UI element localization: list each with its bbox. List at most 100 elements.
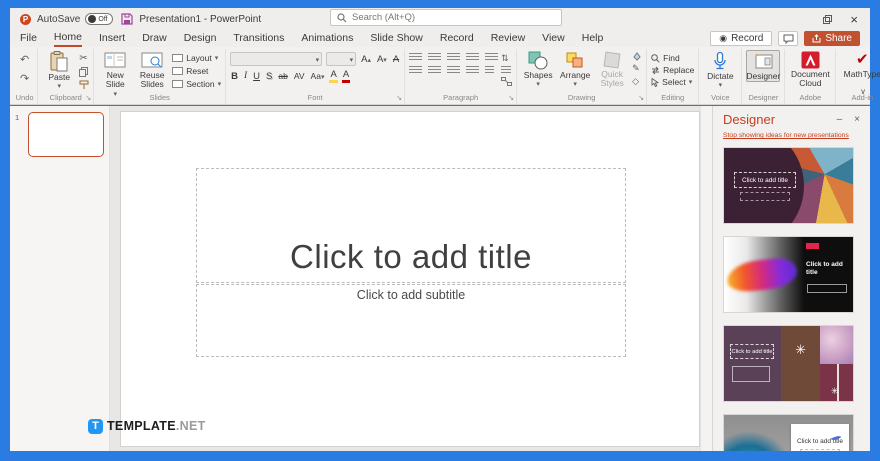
text-direction-icon[interactable]: ⇅	[501, 53, 512, 64]
watermark-brand: TEMPLATE	[107, 419, 176, 433]
tab-home[interactable]: Home	[54, 31, 82, 47]
record-dot-icon: ◉	[719, 33, 727, 44]
share-button[interactable]: Share	[804, 31, 860, 46]
format-painter-button[interactable]	[79, 80, 89, 90]
save-icon[interactable]	[121, 13, 133, 25]
ribbon-group-font: ▾ ▾ A▴ A▾ A B I U S ab AV Aa▾ A A	[226, 49, 405, 104]
new-slide-button[interactable]: New Slide ▾	[98, 50, 132, 98]
cut-button[interactable]: ✂	[79, 53, 89, 64]
copy-button[interactable]	[79, 67, 89, 77]
tab-draw[interactable]: Draw	[142, 32, 167, 46]
text-shadow-button[interactable]: S	[265, 71, 273, 82]
reuse-slides-button[interactable]: Reuse Slides	[135, 50, 169, 90]
collapse-ribbon-icon[interactable]: ∨	[860, 87, 866, 96]
arrange-button[interactable]: Arrange ▾	[558, 50, 592, 89]
stop-showing-ideas-link[interactable]: Stop showing ideas for new presentations	[723, 132, 860, 139]
line-spacing-icon[interactable]	[485, 53, 498, 62]
design-suggestion-2[interactable]: Click to add title	[723, 236, 854, 313]
section-button[interactable]: Section▾	[172, 79, 221, 89]
clear-formatting-button[interactable]: A	[392, 54, 400, 65]
designer-minimize-icon[interactable]: –	[837, 114, 843, 125]
highlight-color-button[interactable]: A	[329, 69, 337, 83]
increase-indent-icon[interactable]	[466, 53, 479, 62]
tab-view[interactable]: View	[542, 32, 565, 46]
quick-styles-button[interactable]: Quick Styles	[595, 50, 629, 89]
tab-insert[interactable]: Insert	[99, 32, 125, 46]
design-suggestion-1[interactable]: Click to add title	[723, 147, 854, 224]
tab-help[interactable]: Help	[582, 32, 604, 46]
align-left-icon[interactable]	[409, 66, 422, 75]
justify-icon[interactable]	[466, 66, 479, 75]
mathtype-button[interactable]: ✔ MathType	[840, 50, 880, 79]
template-net-watermark: T TEMPLATE.NET	[88, 417, 206, 435]
change-case-button[interactable]: Aa▾	[310, 71, 326, 81]
title-placeholder[interactable]: Click to add title	[196, 168, 626, 283]
decrease-font-size-button[interactable]: A▾	[376, 54, 388, 65]
template-net-logo-icon: T	[88, 419, 103, 434]
subtitle-placeholder[interactable]: Click to add subtitle	[196, 284, 626, 357]
select-button[interactable]: Select ▾	[651, 77, 694, 87]
layout-button[interactable]: Layout▾	[172, 53, 221, 63]
redo-button[interactable]: ↷	[20, 72, 29, 85]
underline-button[interactable]: U	[252, 71, 261, 82]
arrange-dropdown-icon[interactable]: ▾	[573, 81, 577, 89]
group-label-undo: Undo	[12, 93, 37, 102]
design-suggestion-3[interactable]: Click to add title ✳ ✳	[723, 325, 854, 402]
slide-canvas[interactable]: Click to add title Click to add subtitle	[120, 111, 700, 447]
shape-outline-icon[interactable]: ✎	[632, 63, 642, 74]
paste-button[interactable]: Paste ▾	[42, 50, 76, 91]
dictate-button[interactable]: Dictate ▾	[703, 50, 737, 90]
design-suggestion-4[interactable]: Click to add title	[723, 414, 854, 451]
columns-icon[interactable]	[485, 66, 494, 75]
vertical-scrollbar[interactable]	[700, 106, 712, 451]
align-center-icon[interactable]	[428, 66, 441, 75]
design3-gift-pattern	[820, 326, 853, 364]
shapes-button[interactable]: Shapes ▾	[521, 50, 555, 89]
designer-button[interactable]: Designer	[746, 50, 780, 82]
strikethrough-button[interactable]: ab	[277, 71, 288, 81]
increase-font-size-button[interactable]: A▴	[360, 54, 372, 65]
shapes-dropdown-icon[interactable]: ▾	[536, 81, 540, 89]
numbering-icon[interactable]	[428, 53, 441, 62]
undo-button[interactable]: ↶	[20, 53, 29, 66]
font-size-combobox[interactable]: ▾	[326, 52, 356, 66]
autosave-toggle[interactable]: Off	[85, 13, 113, 25]
tab-animations[interactable]: Animations	[301, 32, 353, 46]
font-color-button[interactable]: A	[342, 69, 350, 83]
replace-label: Replace	[663, 65, 694, 75]
close-window-button[interactable]: ×	[850, 13, 858, 26]
tab-slide-show[interactable]: Slide Show	[370, 32, 423, 46]
character-spacing-button[interactable]: AV	[293, 71, 306, 81]
bullets-icon[interactable]	[409, 53, 422, 62]
reset-button[interactable]: Reset	[172, 66, 221, 76]
replace-button[interactable]: Replace	[651, 65, 694, 75]
paste-dropdown-icon[interactable]: ▾	[57, 83, 61, 91]
restore-window-button[interactable]	[823, 15, 832, 24]
search-input[interactable]: Search (Alt+Q)	[330, 9, 562, 26]
shape-effects-icon[interactable]: ◇	[632, 76, 642, 87]
record-button[interactable]: ◉ Record	[710, 31, 772, 46]
shape-fill-icon[interactable]	[632, 52, 642, 61]
bold-button[interactable]: B	[230, 71, 239, 82]
group-label-designer: Designer	[742, 93, 784, 102]
align-right-icon[interactable]	[447, 66, 460, 75]
slide-thumbnail[interactable]	[28, 112, 104, 157]
new-slide-label: New Slide	[98, 71, 132, 90]
ribbon-bow-icon: ✳	[831, 386, 839, 397]
dictate-dropdown-icon[interactable]: ▾	[719, 82, 723, 90]
decrease-indent-icon[interactable]	[447, 53, 460, 62]
tab-transitions[interactable]: Transitions	[233, 32, 284, 46]
search-placeholder: Search (Alt+Q)	[352, 12, 415, 23]
convert-to-smartart-icon[interactable]	[501, 77, 512, 86]
document-cloud-button[interactable]: Document Cloud	[789, 50, 831, 89]
font-name-combobox[interactable]: ▾	[230, 52, 322, 66]
align-text-icon[interactable]	[501, 66, 511, 75]
comments-button[interactable]	[778, 31, 798, 46]
tab-design[interactable]: Design	[184, 32, 217, 46]
find-button[interactable]: Find	[651, 53, 694, 63]
tab-review[interactable]: Review	[491, 32, 525, 46]
tab-file[interactable]: File	[20, 32, 37, 46]
tab-record[interactable]: Record	[440, 32, 474, 46]
designer-close-icon[interactable]: ×	[854, 114, 860, 125]
italic-button[interactable]: I	[243, 71, 248, 81]
